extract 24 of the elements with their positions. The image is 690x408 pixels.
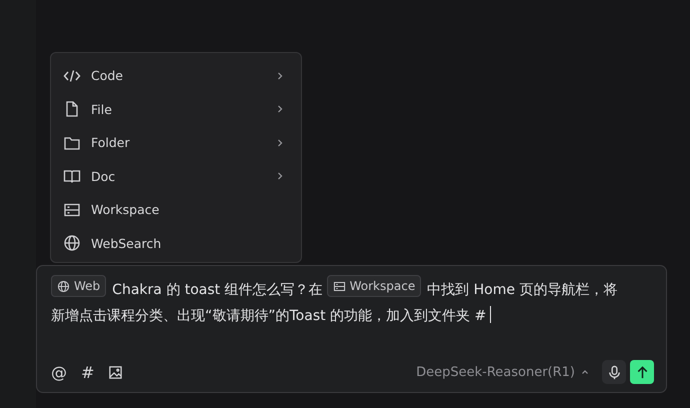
- globe-icon: [63, 234, 81, 252]
- web-chip[interactable]: Web: [51, 275, 106, 297]
- menu-item[interactable]: Code: [51, 59, 301, 92]
- menu-item[interactable]: WebSearch: [51, 226, 301, 260]
- microphone-button[interactable]: [602, 360, 626, 384]
- workspace-chip[interactable]: Workspace: [326, 275, 422, 297]
- menu-item[interactable]: Doc: [51, 160, 301, 193]
- globe-icon: [57, 280, 70, 292]
- chevron-right-icon: [275, 70, 285, 81]
- chevron-right-icon: [275, 171, 285, 182]
- message-text: Web Chakra 的 toast 组件怎么写？在 Workspace 中找到 Home 页的导航栏，将新增点击课程分类、出现“敬请期待”的Toast 的功能，加入到文件夹 #: [51, 275, 654, 360]
- menu-item[interactable]: Workspace: [51, 193, 301, 226]
- tool-button[interactable]: @: [51, 362, 67, 382]
- microphone-icon: [606, 364, 622, 380]
- chat-input-box[interactable]: Web Chakra 的 toast 组件怎么写？在 Workspace 中找到 Home 页的导航栏，将新增点击课程分类、出现“敬请期待”的Toast 的功能，加入到文件夹 # @ # DeepSeek-Reasoner(R1): [36, 265, 667, 393]
- panel-icon: [332, 280, 346, 292]
- tool-button[interactable]: #: [81, 362, 94, 382]
- chevron-right-icon: [275, 138, 285, 148]
- menu-item[interactable]: Folder: [51, 126, 301, 160]
- chevron-right-icon: [275, 104, 285, 114]
- send-button[interactable]: [630, 360, 654, 384]
- menu-item[interactable]: File: [51, 92, 301, 126]
- model-selector[interactable]: DeepSeek-Reasoner(R1): [416, 364, 590, 380]
- image-icon[interactable]: [108, 364, 124, 380]
